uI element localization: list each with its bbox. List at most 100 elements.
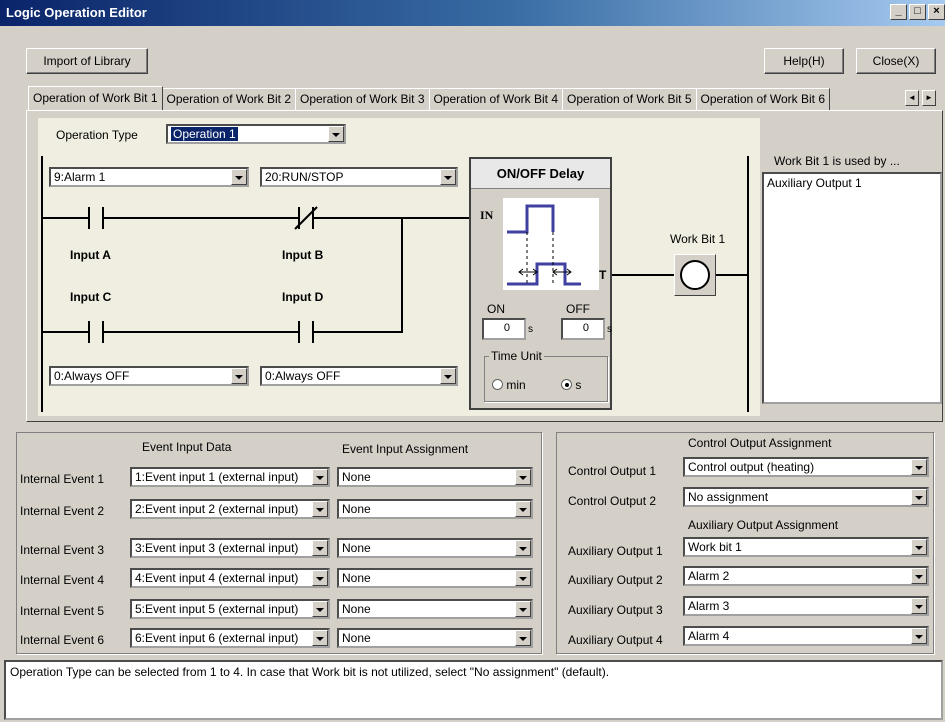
chevron-down-icon <box>515 469 531 485</box>
control-output-2-value: No assignment <box>688 490 769 504</box>
chevron-down-icon <box>312 570 328 586</box>
close-window-button[interactable]: × <box>928 4 945 20</box>
event-input-assignment-header: Event Input Assignment <box>342 442 469 456</box>
input-c-select[interactable]: 0:Always OFF <box>49 366 249 386</box>
chevron-down-icon <box>440 368 456 384</box>
contact-no-icon <box>280 318 332 346</box>
input-b-value: 20:RUN/STOP <box>265 170 344 184</box>
tab-work-bit-5[interactable]: Operation of Work Bit 5 <box>562 88 697 110</box>
event-5-data-select[interactable]: 5:Event input 5 (external input) <box>130 599 330 619</box>
time-unit-s-label: s <box>575 378 582 392</box>
close-button[interactable]: Close(X) <box>856 48 936 74</box>
event-2-assign-select[interactable]: None <box>337 499 533 519</box>
chevron-down-icon <box>911 568 927 584</box>
chevron-down-icon <box>911 459 927 475</box>
auxiliary-output-3-label: Auxiliary Output 3 <box>568 603 663 617</box>
event-6-assign-select[interactable]: None <box>337 628 533 648</box>
control-output-assignment-header: Control Output Assignment <box>688 436 832 450</box>
auxiliary-output-4-value: Alarm 4 <box>688 629 730 643</box>
tab-work-bit-3[interactable]: Operation of Work Bit 3 <box>295 88 430 110</box>
input-d-select[interactable]: 0:Always OFF <box>260 366 458 386</box>
auxiliary-output-1-value: Work bit 1 <box>688 540 742 554</box>
tab-work-bit-6[interactable]: Operation of Work Bit 6 <box>695 88 830 110</box>
chevron-down-icon <box>515 630 531 646</box>
auxiliary-output-1-select[interactable]: Work bit 1 <box>683 537 929 557</box>
tab-work-bit-4[interactable]: Operation of Work Bit 4 <box>428 88 563 110</box>
event-3-data-select[interactable]: 3:Event input 3 (external input) <box>130 538 330 558</box>
work-bit-label: Work Bit 1 <box>670 232 726 246</box>
event-6-data-value: 6:Event input 6 (external input) <box>135 631 299 645</box>
input-d-value: 0:Always OFF <box>265 369 341 383</box>
used-by-label: Work Bit 1 is used by ... <box>774 154 900 168</box>
event-4-assign-value: None <box>342 571 371 585</box>
event-6-assign-value: None <box>342 631 371 645</box>
operation-type-value: Operation 1 <box>171 127 238 141</box>
tab-work-bit-1[interactable]: Operation of Work Bit 1 <box>28 86 163 110</box>
event-1-data-select[interactable]: 1:Event input 1 (external input) <box>130 467 330 487</box>
event-1-data-value: 1:Event input 1 (external input) <box>135 470 299 484</box>
list-item[interactable]: Auxiliary Output 1 <box>767 176 937 190</box>
minimize-button[interactable]: _ <box>890 4 907 20</box>
event-5-assign-value: None <box>342 602 371 616</box>
delay-title: ON/OFF Delay <box>471 159 610 189</box>
event-4-data-select[interactable]: 4:Event input 4 (external input) <box>130 568 330 588</box>
internal-event-2-label: Internal Event 2 <box>20 504 105 518</box>
window-controls: _ □ × <box>890 4 945 22</box>
chevron-down-icon <box>515 540 531 556</box>
event-2-data-select[interactable]: 2:Event input 2 (external input) <box>130 499 330 519</box>
internal-event-5-label: Internal Event 5 <box>20 604 105 618</box>
internal-event-3-label: Internal Event 3 <box>20 543 105 557</box>
off-delay-input[interactable]: 0 <box>561 318 605 340</box>
time-unit-min-label: min <box>506 378 526 392</box>
title-bar: Logic Operation Editor _ □ × <box>0 0 945 26</box>
coil-wire <box>716 274 747 276</box>
contact-no-icon <box>70 204 122 232</box>
event-6-data-select[interactable]: 6:Event input 6 (external input) <box>130 628 330 648</box>
chevron-down-icon <box>911 628 927 644</box>
input-b-select[interactable]: 20:RUN/STOP <box>260 167 458 187</box>
control-output-1-label: Control Output 1 <box>568 464 657 478</box>
event-4-assign-select[interactable]: None <box>337 568 533 588</box>
radio-on-icon[interactable] <box>561 379 572 390</box>
import-library-button[interactable]: Import of Library <box>26 48 148 74</box>
time-unit-s-option[interactable]: s <box>561 378 581 392</box>
radio-off-icon[interactable] <box>492 379 503 390</box>
time-unit-min-option[interactable]: min <box>492 378 526 392</box>
event-3-data-value: 3:Event input 3 (external input) <box>135 541 299 555</box>
on-delay-value: 0 <box>503 322 510 334</box>
used-by-list[interactable]: Auxiliary Output 1 <box>762 172 942 404</box>
chevron-down-icon <box>231 368 247 384</box>
internal-event-1-label: Internal Event 1 <box>20 472 105 486</box>
auxiliary-output-3-value: Alarm 3 <box>688 599 730 613</box>
out-wire <box>612 274 674 276</box>
auxiliary-output-4-select[interactable]: Alarm 4 <box>683 626 929 646</box>
input-a-select[interactable]: 9:Alarm 1 <box>49 167 249 187</box>
input-a-value: 9:Alarm 1 <box>54 170 106 184</box>
off-delay-value: 0 <box>582 322 589 334</box>
work-bit-coil-button[interactable] <box>674 254 716 296</box>
off-unit-label: s <box>607 324 612 335</box>
input-c-value: 0:Always OFF <box>54 369 130 383</box>
event-5-assign-select[interactable]: None <box>337 599 533 619</box>
event-1-assign-select[interactable]: None <box>337 467 533 487</box>
auxiliary-output-assignment-header: Auxiliary Output Assignment <box>688 518 839 532</box>
auxiliary-output-4-label: Auxiliary Output 4 <box>568 633 663 647</box>
tab-work-bit-2[interactable]: Operation of Work Bit 2 <box>161 88 296 110</box>
control-output-1-select[interactable]: Control output (heating) <box>683 457 929 477</box>
help-button[interactable]: Help(H) <box>764 48 844 74</box>
maximize-button[interactable]: □ <box>909 4 926 20</box>
input-a-label: Input A <box>70 248 111 262</box>
parallel-branch-wire <box>401 217 403 333</box>
auxiliary-output-2-label: Auxiliary Output 2 <box>568 573 663 587</box>
on-delay-input[interactable]: 0 <box>482 318 526 340</box>
operation-type-select[interactable]: Operation 1 <box>166 124 346 144</box>
work-bit-tabs: Operation of Work Bit 1 Operation of Work… <box>28 86 920 110</box>
control-output-2-select[interactable]: No assignment <box>683 487 929 507</box>
auxiliary-output-2-value: Alarm 2 <box>688 569 730 583</box>
tab-scroll-right-icon[interactable]: ► <box>922 90 936 106</box>
auxiliary-output-3-select[interactable]: Alarm 3 <box>683 596 929 616</box>
tab-scroll-left-icon[interactable]: ◄ <box>905 90 919 106</box>
event-3-assign-select[interactable]: None <box>337 538 533 558</box>
auxiliary-output-2-select[interactable]: Alarm 2 <box>683 566 929 586</box>
chevron-down-icon <box>515 570 531 586</box>
